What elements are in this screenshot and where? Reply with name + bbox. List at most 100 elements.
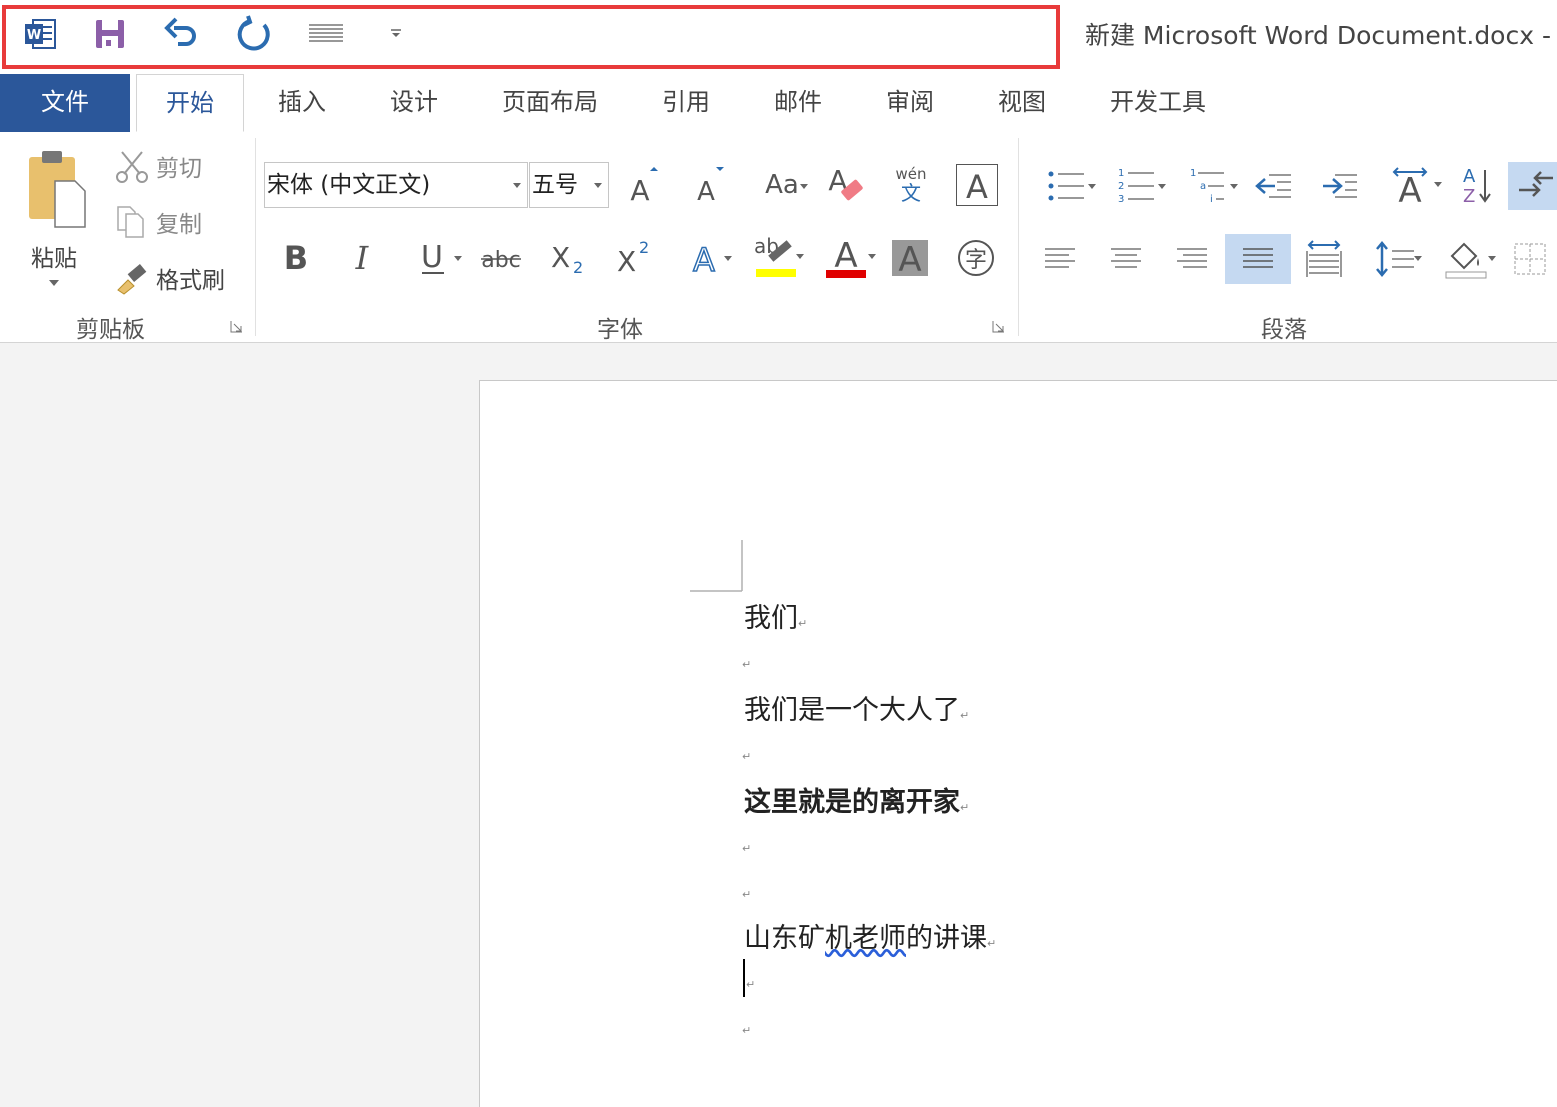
tab-file[interactable]: 文件 [0,74,130,132]
tab-insert[interactable]: 插入 [262,74,342,132]
increase-indent-button[interactable] [1316,164,1362,208]
tab-page-layout[interactable]: 页面布局 [488,74,612,132]
enclose-characters-button[interactable]: 字 [954,236,998,280]
svg-text:A: A [1398,171,1421,206]
spelling-error-text[interactable]: 机老师 [825,923,906,954]
font-size-value: 五号 [532,172,578,198]
word-app-icon[interactable]: W [20,14,60,54]
font-name-dropdown-icon[interactable] [513,183,521,188]
change-case-dropdown-icon[interactable] [800,184,808,189]
highlight-button[interactable]: ab [742,232,806,280]
multilevel-list-button[interactable]: 1ai [1176,164,1240,208]
empty-paragraph-mark[interactable]: ↵ [742,658,751,671]
customize-dropdown-icon[interactable] [376,14,416,54]
numbering-button[interactable]: 1 2 3 [1104,164,1168,208]
italic-button[interactable]: I [342,234,382,280]
save-icon[interactable] [90,14,130,54]
font-size-combo[interactable]: 五号 [529,162,609,208]
subscript-button[interactable]: X2 [544,234,590,280]
format-painter-button[interactable]: 格式刷 [114,258,225,298]
clipboard-launcher-icon[interactable] [230,320,243,333]
svg-text:i: i [1210,194,1213,205]
font-color-icon: A [826,236,866,278]
sort-button[interactable]: A Z [1454,162,1500,208]
shading-dropdown-icon[interactable] [1488,256,1496,261]
justify-icon [1243,248,1273,268]
paragraph-group-label: 段落 [1261,317,1307,343]
numbering-dropdown-icon[interactable] [1158,184,1166,189]
line-spacing-button[interactable] [1366,234,1424,284]
grow-font-icon: A [630,167,658,205]
bullets-button[interactable] [1034,164,1098,208]
paste-button[interactable]: 粘贴 [14,142,94,292]
tab-home[interactable]: 开始 [136,74,244,132]
chinese-layout-button[interactable]: A [1380,162,1444,208]
distributed-button[interactable] [1300,234,1348,284]
empty-paragraph-mark[interactable]: ↵ [742,750,751,763]
font-color-dropdown-icon[interactable] [868,254,876,259]
font-color-button[interactable]: A [814,232,878,280]
highlight-dropdown-icon[interactable] [796,254,804,259]
tab-developer[interactable]: 开发工具 [1096,74,1220,132]
tab-view[interactable]: 视图 [982,74,1062,132]
quick-access-highlight-box [2,5,1060,69]
touch-mode-icon[interactable] [306,14,346,54]
empty-paragraph-mark[interactable]: ↵ [742,842,751,855]
empty-paragraph-mark[interactable]: ↵ [742,888,751,901]
align-left-button[interactable] [1036,236,1084,282]
undo-icon[interactable] [162,14,202,54]
tab-mailings[interactable]: 邮件 [758,74,838,132]
font-name-combo[interactable]: 宋体 (中文正文) [264,162,528,208]
redo-icon[interactable] [235,14,275,54]
phonetic-guide-button[interactable]: wén 文 [888,162,934,208]
margin-corner-mark [690,540,743,592]
title-bar: W 新建 Microsoft Word Document.docx - [0,0,1557,74]
character-border-button[interactable]: A [956,164,998,206]
underline-button[interactable]: U [404,234,468,280]
font-launcher-icon[interactable] [992,320,1005,333]
font-size-dropdown-icon[interactable] [594,183,602,188]
cut-button[interactable]: 剪切 [114,146,202,186]
svg-text:A: A [630,174,649,205]
tab-design[interactable]: 设计 [374,74,454,132]
phonetic-guide-top: wén [895,165,927,183]
chinese-layout-dropdown-icon[interactable] [1434,182,1442,187]
clear-formatting-button[interactable]: A [824,160,868,208]
justify-button[interactable] [1225,234,1291,284]
paste-dropdown-icon[interactable] [48,279,60,287]
tab-review[interactable]: 审阅 [870,74,950,132]
line-spacing-dropdown-icon[interactable] [1414,256,1422,261]
strikethrough-button[interactable]: abc [478,234,524,280]
bold-button[interactable]: B [276,234,316,280]
show-hide-marks-button[interactable] [1508,162,1557,210]
clipboard-group-label: 剪贴板 [76,317,145,343]
shading-button[interactable] [1434,234,1498,284]
empty-paragraph-mark[interactable]: ↵ [746,978,755,991]
document-page[interactable] [479,380,1557,1107]
align-center-button[interactable] [1102,236,1150,282]
borders-button[interactable] [1508,234,1552,284]
copy-button[interactable]: 复制 [114,202,202,242]
tab-references[interactable]: 引用 [646,74,726,132]
grow-font-button[interactable]: A [622,162,666,208]
empty-paragraph-mark[interactable]: ↵ [742,1024,751,1037]
character-shading-button[interactable]: A [888,236,932,280]
svg-text:U: U [421,240,443,275]
bullets-dropdown-icon[interactable] [1088,184,1096,189]
paragraph[interactable]: 山东矿机老师的讲课↵ [744,916,996,955]
align-right-button[interactable] [1168,236,1216,282]
shrink-font-button[interactable]: A [688,162,732,208]
change-case-button[interactable]: Aa [752,162,812,208]
decrease-indent-button[interactable] [1250,164,1296,208]
underline-dropdown-icon[interactable] [454,256,462,261]
text-cursor [743,959,745,997]
superscript-button[interactable]: X2 [610,234,656,280]
paragraph-text: 我们 [744,603,798,634]
paragraph[interactable]: 我们↵ [744,596,807,635]
bullets-icon [1048,171,1084,201]
text-effects-dropdown-icon[interactable] [724,256,732,261]
paragraph-bold[interactable]: 这里就是的离开家↵ [744,780,969,819]
paragraph[interactable]: 我们是一个大人了↵ [744,688,969,727]
multilevel-list-dropdown-icon[interactable] [1230,184,1238,189]
text-effects-button[interactable]: A [676,234,736,280]
